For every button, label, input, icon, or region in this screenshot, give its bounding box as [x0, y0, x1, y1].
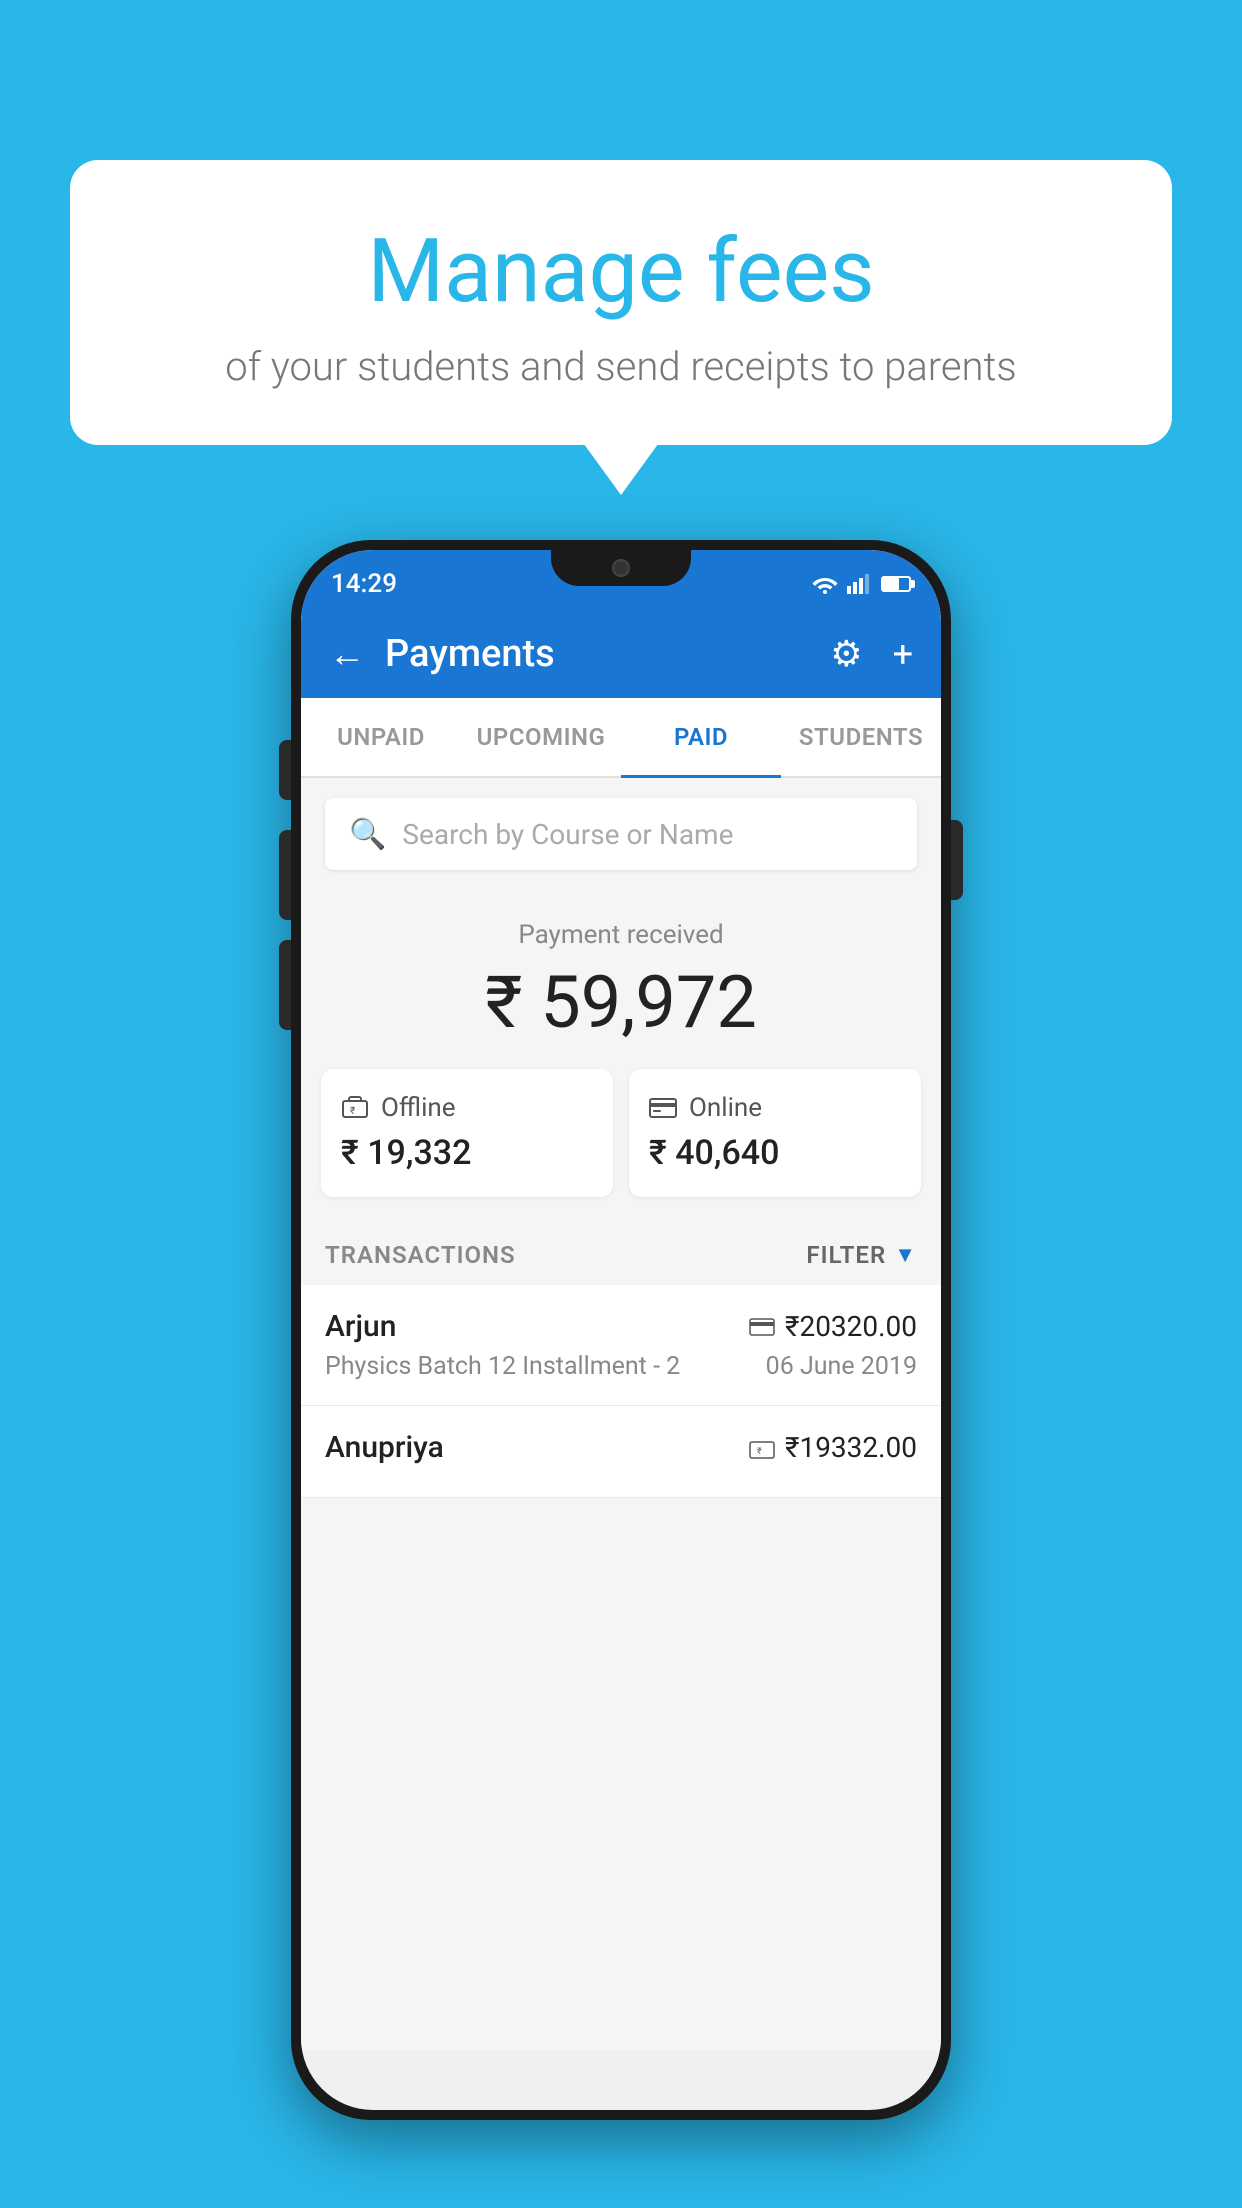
tabs-bar: UNPAID UPCOMING PAID STUDENTS [301, 698, 941, 778]
table-row[interactable]: Arjun ₹20320.00 Physics Batch 12 Install… [301, 1285, 941, 1406]
speech-bubble-title: Manage fees [120, 220, 1122, 323]
transaction-amount-row: ₹20320.00 [749, 1310, 917, 1343]
offline-payment-icon: ₹ [749, 1437, 775, 1459]
online-label: Online [689, 1093, 762, 1123]
speech-bubble: Manage fees of your students and send re… [70, 160, 1172, 445]
filter-icon: ▼ [894, 1242, 917, 1268]
payment-received-label: Payment received [301, 920, 941, 950]
offline-card-header: ₹ Offline [341, 1093, 593, 1123]
back-button[interactable]: ← [329, 633, 365, 675]
svg-text:₹: ₹ [350, 1106, 355, 1117]
speech-bubble-subtitle: of your students and send receipts to pa… [120, 343, 1122, 390]
offline-label: Offline [381, 1093, 456, 1123]
signal-icon [847, 574, 869, 594]
battery-icon [881, 576, 911, 592]
offline-amount: ₹ 19,332 [341, 1133, 593, 1173]
phone-volume-up-button [279, 830, 291, 920]
tab-paid[interactable]: PAID [621, 698, 781, 776]
payment-received-amount: ₹ 59,972 [301, 960, 941, 1045]
status-time: 14:29 [331, 569, 397, 599]
filter-label: FILTER [806, 1241, 886, 1269]
app-header: ← Payments ⚙ + [301, 610, 941, 698]
tab-unpaid[interactable]: UNPAID [301, 698, 461, 776]
online-card-header: Online [649, 1093, 901, 1123]
search-placeholder: Search by Course or Name [402, 818, 733, 851]
transaction-amount: ₹19332.00 [785, 1431, 917, 1464]
tab-students[interactable]: STUDENTS [781, 698, 941, 776]
header-title: Payments [385, 632, 800, 676]
phone-mute-button [279, 740, 291, 800]
payment-cards-row: ₹ Offline ₹ 19,332 Online [301, 1069, 941, 1217]
filter-button[interactable]: FILTER ▼ [806, 1241, 917, 1269]
phone-notch [551, 550, 691, 586]
card-payment-icon [749, 1318, 775, 1336]
transaction-amount-row: ₹ ₹19332.00 [749, 1431, 917, 1464]
search-container: 🔍 Search by Course or Name [301, 778, 941, 890]
transaction-date: 06 June 2019 [766, 1352, 917, 1381]
phone-screen: 14:29 [301, 550, 941, 2110]
search-icon: 🔍 [349, 817, 386, 852]
payment-received-section: Payment received ₹ 59,972 [301, 890, 941, 1069]
transactions-header: TRANSACTIONS FILTER ▼ [301, 1217, 941, 1285]
online-icon [649, 1098, 677, 1118]
transaction-amount: ₹20320.00 [785, 1310, 917, 1343]
camera-dot [612, 559, 630, 577]
transaction-name: Anupriya [325, 1430, 444, 1465]
tab-upcoming[interactable]: UPCOMING [461, 698, 621, 776]
online-amount: ₹ 40,640 [649, 1133, 901, 1173]
transactions-label: TRANSACTIONS [325, 1241, 516, 1269]
app-content: 14:29 [301, 550, 941, 2050]
add-icon[interactable]: + [893, 633, 913, 675]
transaction-top: Anupriya ₹ ₹19332.00 [325, 1430, 917, 1465]
offline-icon: ₹ [341, 1094, 369, 1122]
table-row[interactable]: Anupriya ₹ ₹19332.00 [301, 1406, 941, 1498]
transaction-top: Arjun ₹20320.00 [325, 1309, 917, 1344]
svg-text:₹: ₹ [757, 1447, 762, 1457]
transaction-list: Arjun ₹20320.00 Physics Batch 12 Install… [301, 1285, 941, 1498]
settings-icon[interactable]: ⚙ [830, 633, 862, 675]
phone-power-button [951, 820, 963, 900]
online-card: Online ₹ 40,640 [629, 1069, 921, 1197]
wifi-icon [811, 574, 839, 594]
status-icons [811, 574, 911, 594]
transaction-course: Physics Batch 12 Installment - 2 [325, 1352, 680, 1381]
phone-volume-down-button [279, 940, 291, 1030]
offline-card: ₹ Offline ₹ 19,332 [321, 1069, 613, 1197]
transaction-name: Arjun [325, 1309, 396, 1344]
transaction-bottom: Physics Batch 12 Installment - 2 06 June… [325, 1352, 917, 1381]
phone-frame: 14:29 [291, 540, 951, 2120]
search-bar[interactable]: 🔍 Search by Course or Name [325, 798, 917, 870]
